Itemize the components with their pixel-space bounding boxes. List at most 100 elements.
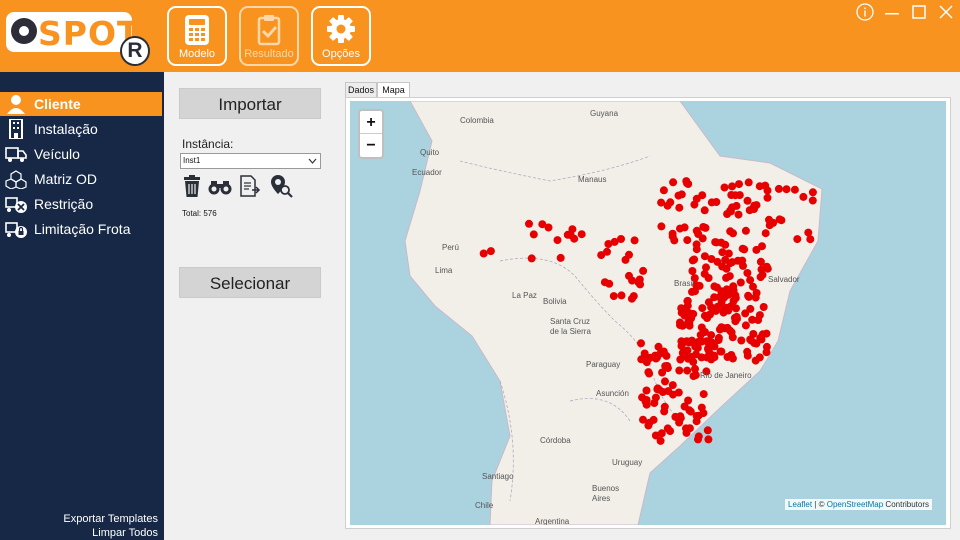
client-marker[interactable]: [717, 347, 726, 356]
client-marker[interactable]: [669, 178, 678, 187]
client-marker[interactable]: [774, 184, 783, 193]
client-marker[interactable]: [756, 273, 765, 282]
client-marker[interactable]: [683, 366, 692, 375]
client-marker[interactable]: [741, 309, 750, 318]
client-marker[interactable]: [711, 306, 720, 315]
client-marker[interactable]: [746, 335, 755, 344]
client-marker[interactable]: [703, 426, 712, 435]
client-marker[interactable]: [687, 353, 696, 361]
client-marker[interactable]: [761, 229, 770, 238]
client-marker[interactable]: [732, 201, 741, 210]
client-marker[interactable]: [692, 417, 701, 426]
client-marker[interactable]: [686, 407, 695, 416]
import-button[interactable]: Importar: [179, 88, 321, 119]
select-button[interactable]: Selecionar: [179, 267, 321, 298]
client-marker[interactable]: [637, 339, 645, 348]
client-marker[interactable]: [642, 400, 651, 409]
client-marker[interactable]: [743, 196, 752, 205]
client-marker[interactable]: [744, 292, 753, 301]
client-marker[interactable]: [733, 314, 741, 323]
info-icon[interactable]: [853, 2, 877, 22]
client-marker[interactable]: [651, 351, 660, 360]
trash-icon[interactable]: [180, 174, 204, 198]
client-marker[interactable]: [688, 287, 696, 296]
client-marker[interactable]: [704, 274, 713, 282]
client-marker[interactable]: [731, 191, 740, 200]
client-marker[interactable]: [715, 325, 724, 334]
client-marker[interactable]: [740, 245, 749, 254]
client-marker[interactable]: [808, 196, 817, 205]
client-marker[interactable]: [759, 303, 768, 311]
modelo-button[interactable]: Modelo: [167, 6, 227, 66]
client-marker[interactable]: [675, 203, 684, 212]
client-marker[interactable]: [653, 385, 662, 394]
client-marker[interactable]: [700, 206, 709, 215]
client-marker[interactable]: [657, 198, 666, 207]
client-marker[interactable]: [644, 354, 653, 363]
client-marker[interactable]: [758, 242, 766, 251]
client-marker[interactable]: [527, 254, 536, 263]
client-marker[interactable]: [704, 345, 713, 354]
client-marker[interactable]: [676, 412, 685, 421]
client-marker[interactable]: [736, 278, 745, 287]
client-marker[interactable]: [698, 304, 707, 313]
client-marker[interactable]: [663, 364, 672, 373]
leaflet-link[interactable]: Leaflet: [788, 500, 812, 509]
client-marker[interactable]: [717, 238, 726, 247]
client-marker[interactable]: [525, 219, 533, 228]
osm-link[interactable]: OpenStreetMap: [827, 500, 883, 509]
client-marker[interactable]: [694, 432, 703, 441]
client-marker[interactable]: [763, 186, 772, 195]
sidebar-item-limitacao-frota[interactable]: Limitação Frota: [0, 217, 162, 241]
sidebar-item-restricao[interactable]: Restrição: [0, 192, 162, 216]
client-marker[interactable]: [799, 192, 808, 201]
client-marker[interactable]: [804, 228, 813, 237]
binoculars-icon[interactable]: [208, 174, 232, 198]
client-marker[interactable]: [703, 314, 712, 322]
client-marker[interactable]: [750, 205, 758, 214]
client-marker[interactable]: [733, 256, 742, 265]
client-marker[interactable]: [617, 291, 626, 300]
zoom-out-button[interactable]: −: [360, 134, 382, 157]
client-marker[interactable]: [630, 236, 639, 245]
client-marker[interactable]: [755, 182, 764, 191]
client-marker[interactable]: [634, 278, 643, 287]
client-marker[interactable]: [782, 185, 791, 194]
client-marker[interactable]: [763, 193, 772, 202]
client-marker[interactable]: [666, 427, 675, 436]
minimize-icon[interactable]: [880, 2, 904, 22]
client-marker[interactable]: [676, 224, 684, 233]
client-marker[interactable]: [577, 230, 586, 239]
client-marker[interactable]: [639, 266, 648, 275]
client-marker[interactable]: [692, 226, 701, 235]
client-marker[interactable]: [757, 265, 766, 274]
close-icon[interactable]: [934, 2, 958, 22]
client-marker[interactable]: [793, 235, 802, 244]
client-marker[interactable]: [603, 247, 611, 256]
client-marker[interactable]: [692, 194, 701, 203]
clear-all-link[interactable]: Limpar Todos: [92, 527, 158, 539]
client-marker[interactable]: [697, 323, 706, 332]
client-marker[interactable]: [670, 236, 679, 245]
client-marker[interactable]: [650, 399, 659, 407]
client-marker[interactable]: [710, 282, 719, 291]
client-marker[interactable]: [746, 276, 755, 285]
sidebar-item-matriz-od[interactable]: Matriz OD: [0, 167, 162, 191]
sidebar-item-instalacao[interactable]: Instalação: [0, 117, 162, 141]
client-marker[interactable]: [751, 293, 760, 302]
client-marker[interactable]: [684, 318, 693, 327]
client-marker[interactable]: [698, 234, 707, 243]
client-marker[interactable]: [754, 316, 763, 324]
tab-dados[interactable]: Dados: [345, 82, 377, 98]
client-marker[interactable]: [692, 245, 701, 254]
client-marker[interactable]: [657, 222, 666, 231]
client-marker[interactable]: [660, 402, 669, 411]
client-marker[interactable]: [707, 198, 716, 207]
client-marker[interactable]: [683, 236, 692, 245]
client-marker[interactable]: [757, 335, 766, 344]
client-marker[interactable]: [610, 237, 619, 246]
client-marker[interactable]: [644, 368, 653, 377]
client-marker[interactable]: [605, 279, 614, 288]
client-marker[interactable]: [718, 248, 727, 257]
client-marker[interactable]: [704, 337, 713, 346]
